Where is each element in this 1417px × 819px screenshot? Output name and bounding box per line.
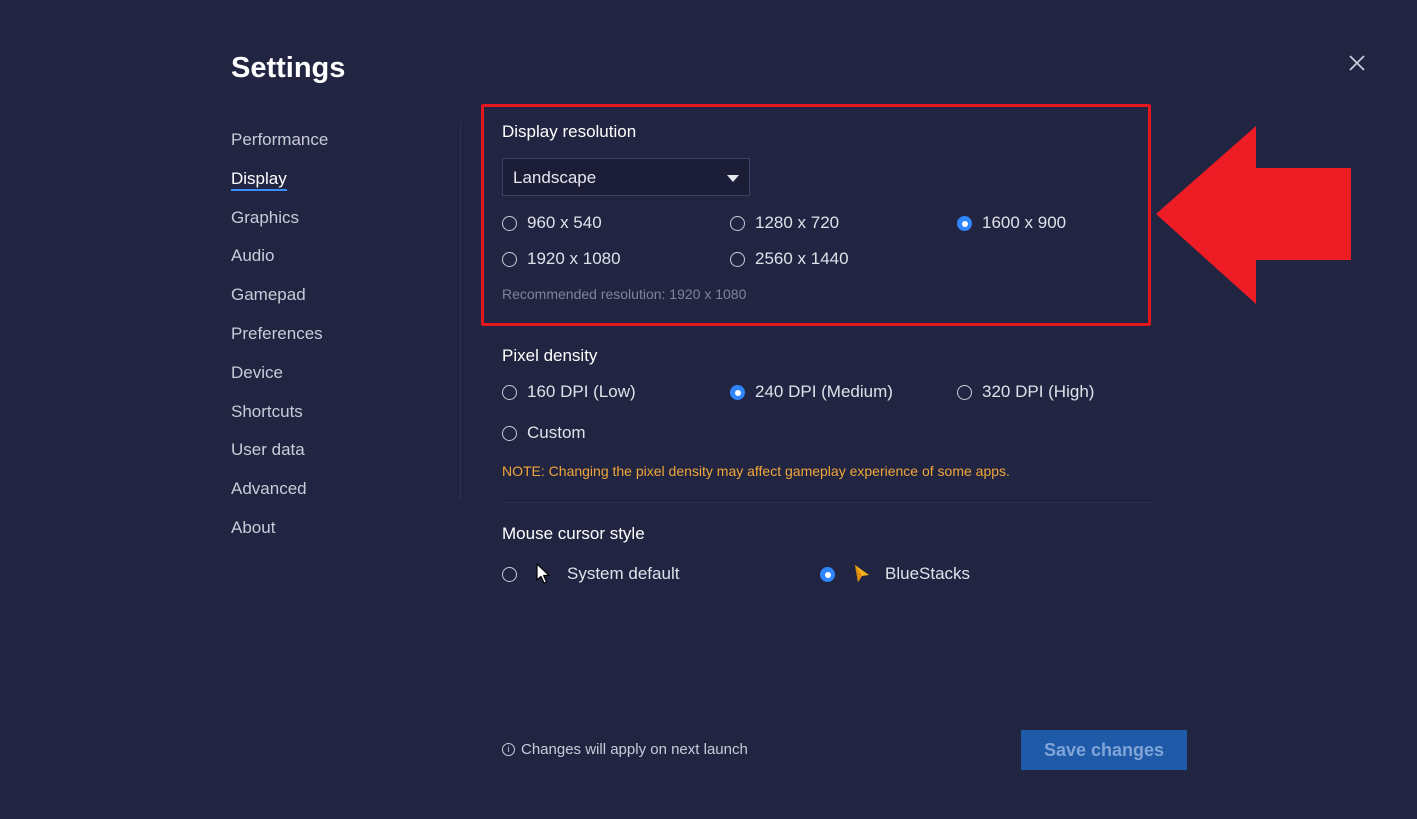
dpi-option-320[interactable]: 320 DPI (High) <box>957 381 1094 403</box>
restart-notice: i Changes will apply on next launch <box>502 741 748 758</box>
resolution-option-960x540[interactable]: 960 x 540 <box>502 212 602 234</box>
cursor-option-bluestacks[interactable]: BlueStacks <box>820 563 970 585</box>
sidebar-item-preferences[interactable]: Preferences <box>231 320 451 359</box>
pixel-density-title: Pixel density <box>502 346 598 365</box>
orientation-dropdown[interactable]: Landscape <box>502 158 750 196</box>
radio-button-selected[interactable] <box>820 566 835 582</box>
caret-down-icon <box>727 175 739 182</box>
info-icon: i <box>502 743 515 756</box>
radio-button[interactable] <box>730 251 745 267</box>
resolution-option-1280x720[interactable]: 1280 x 720 <box>730 212 839 234</box>
radio-button[interactable] <box>502 566 517 582</box>
sidebar-item-device[interactable]: Device <box>231 359 451 398</box>
resolution-option-1920x1080[interactable]: 1920 x 1080 <box>502 248 621 270</box>
dpi-option-custom[interactable]: Custom <box>502 422 586 444</box>
save-changes-button[interactable]: Save changes <box>1021 730 1187 770</box>
sidebar-divider <box>460 122 461 500</box>
sidebar-item-graphics[interactable]: Graphics <box>231 204 451 243</box>
radio-button[interactable] <box>730 215 745 231</box>
page-title: Settings <box>231 52 346 84</box>
radio-button[interactable] <box>502 215 517 231</box>
pixel-density-note: NOTE: Changing the pixel density may aff… <box>502 463 1010 479</box>
sidebar-item-gamepad[interactable]: Gamepad <box>231 281 451 320</box>
radio-button-selected[interactable] <box>730 384 745 400</box>
resolution-option-1600x900[interactable]: 1600 x 900 <box>957 212 1066 234</box>
bluestacks-cursor-icon <box>855 565 869 582</box>
orientation-value: Landscape <box>513 168 597 187</box>
display-resolution-title: Display resolution <box>502 122 637 141</box>
sidebar-item-user-data[interactable]: User data <box>231 436 451 475</box>
radio-button[interactable] <box>502 251 517 267</box>
section-divider <box>502 502 1152 503</box>
restart-notice-text: Changes will apply on next launch <box>521 741 748 758</box>
recommended-resolution-hint: Recommended resolution: 1920 x 1080 <box>502 286 747 302</box>
close-icon[interactable] <box>1344 50 1370 76</box>
dpi-option-160[interactable]: 160 DPI (Low) <box>502 381 636 403</box>
radio-button[interactable] <box>957 384 972 400</box>
dpi-option-240[interactable]: 240 DPI (Medium) <box>730 381 893 403</box>
arrow-left-icon <box>1156 126 1351 304</box>
sidebar-item-display[interactable]: Display <box>231 165 451 204</box>
settings-sidebar: Performance Display Graphics Audio Gamep… <box>231 126 451 553</box>
mouse-cursor-title: Mouse cursor style <box>502 524 645 543</box>
sidebar-item-about[interactable]: About <box>231 514 451 553</box>
radio-button[interactable] <box>502 425 517 441</box>
sidebar-item-audio[interactable]: Audio <box>231 242 451 281</box>
settings-window: Settings Performance Display Graphics Au… <box>0 0 1417 819</box>
system-cursor-icon <box>536 563 550 584</box>
sidebar-item-performance[interactable]: Performance <box>231 126 451 165</box>
resolution-option-2560x1440[interactable]: 2560 x 1440 <box>730 248 849 270</box>
sidebar-item-shortcuts[interactable]: Shortcuts <box>231 398 451 437</box>
sidebar-item-advanced[interactable]: Advanced <box>231 475 451 514</box>
radio-button-selected[interactable] <box>957 215 972 231</box>
cursor-option-system-default[interactable]: System default <box>502 563 679 585</box>
radio-button[interactable] <box>502 384 517 400</box>
